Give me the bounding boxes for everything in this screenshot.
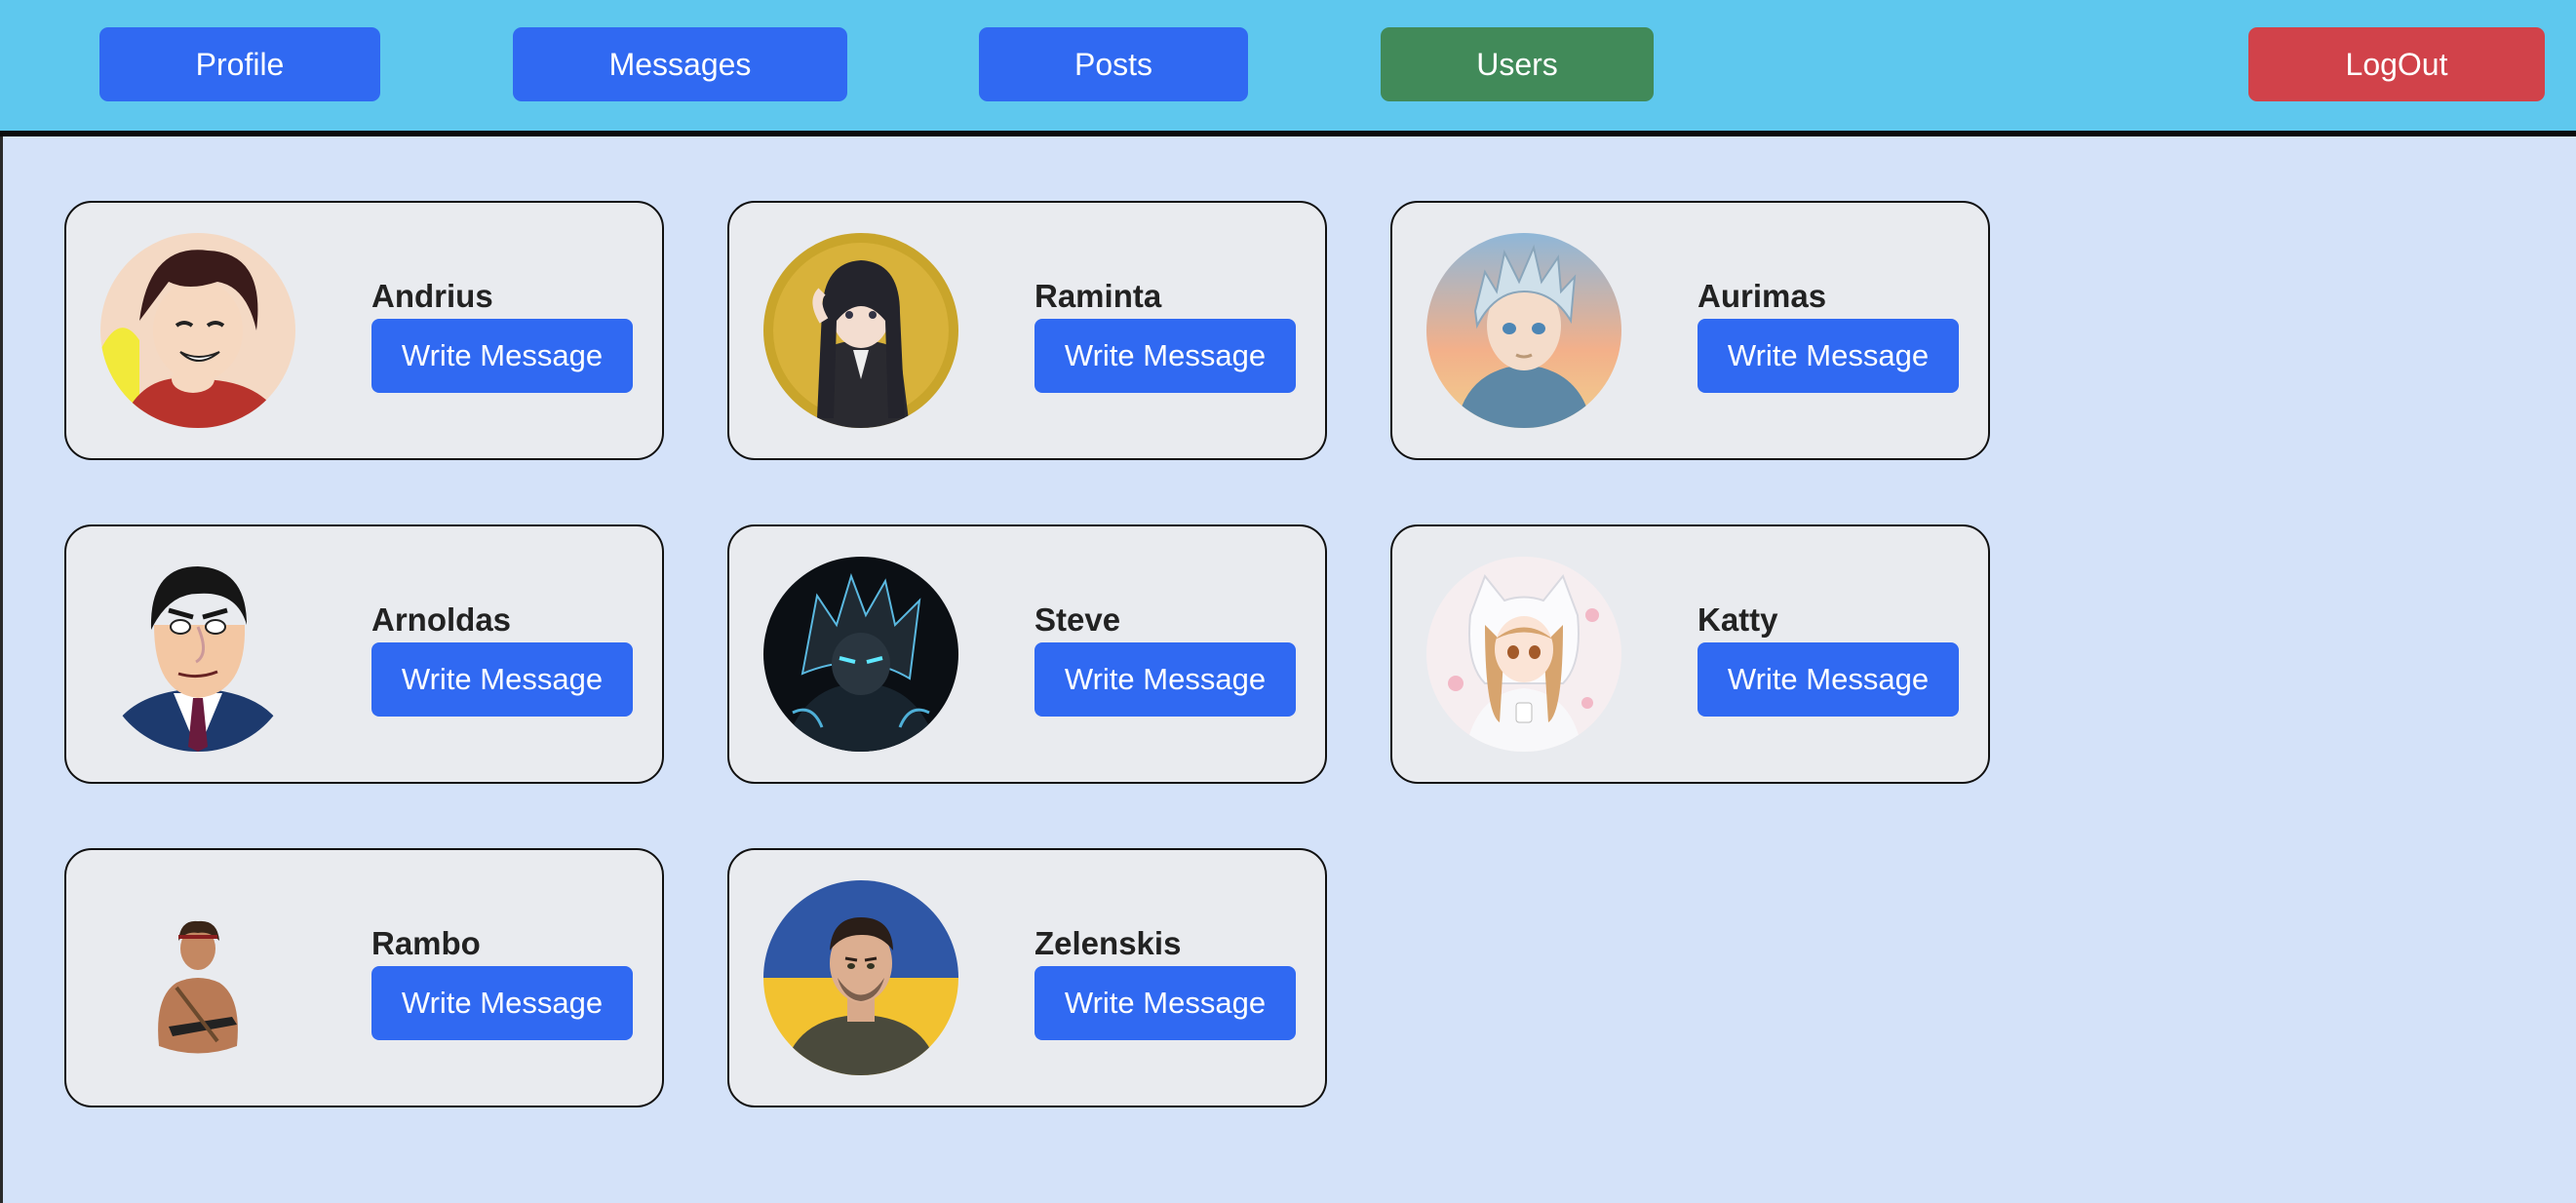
- logout-button[interactable]: LogOut: [2248, 27, 2545, 101]
- posts-button[interactable]: Posts: [979, 27, 1248, 101]
- write-message-button[interactable]: Write Message: [371, 966, 633, 1040]
- user-card: Andrius Write Message: [64, 201, 664, 460]
- messages-button[interactable]: Messages: [513, 27, 847, 101]
- anime-boy-avatar-icon: [100, 233, 295, 428]
- write-message-button[interactable]: Write Message: [1034, 319, 1296, 393]
- soldier-avatar-icon: [100, 880, 295, 1075]
- user-card: Rambo Write Message: [64, 848, 664, 1107]
- user-name: Arnoldas: [371, 602, 512, 638]
- user-card: Arnoldas Write Message: [64, 524, 664, 784]
- man-portrait-avatar-icon: [763, 880, 958, 1075]
- user-card: Steve Write Message: [727, 524, 1327, 784]
- dark-hero-avatar-icon: [763, 557, 958, 752]
- user-card: Aurimas Write Message: [1390, 201, 1990, 460]
- top-navigation-bar: Profile Messages Posts Users LogOut: [0, 0, 2576, 136]
- write-message-button[interactable]: Write Message: [1034, 966, 1296, 1040]
- anime-girl-avatar-icon: [763, 233, 958, 428]
- write-message-button[interactable]: Write Message: [371, 642, 633, 717]
- users-button[interactable]: Users: [1381, 27, 1654, 101]
- user-name: Aurimas: [1698, 278, 1827, 314]
- write-message-button[interactable]: Write Message: [1698, 319, 1959, 393]
- cartoon-businessman-avatar-icon: [100, 557, 295, 752]
- user-name: Rambo: [371, 925, 481, 961]
- users-grid: Andrius Write Message Raminta Write Mess…: [64, 201, 2014, 1107]
- user-card: Zelenskis Write Message: [727, 848, 1327, 1107]
- user-name: Zelenskis: [1034, 925, 1182, 961]
- page-left-border: [0, 136, 3, 1203]
- user-name: Andrius: [371, 278, 493, 314]
- profile-button[interactable]: Profile: [99, 27, 380, 101]
- anime-cat-girl-avatar-icon: [1426, 557, 1621, 752]
- write-message-button[interactable]: Write Message: [1034, 642, 1296, 717]
- write-message-button[interactable]: Write Message: [1698, 642, 1959, 717]
- anime-boy-hoodie-avatar-icon: [1426, 233, 1621, 428]
- write-message-button[interactable]: Write Message: [371, 319, 633, 393]
- user-name: Raminta: [1034, 278, 1162, 314]
- user-card: Raminta Write Message: [727, 201, 1327, 460]
- user-card: Katty Write Message: [1390, 524, 1990, 784]
- user-name: Steve: [1034, 602, 1121, 638]
- user-name: Katty: [1698, 602, 1778, 638]
